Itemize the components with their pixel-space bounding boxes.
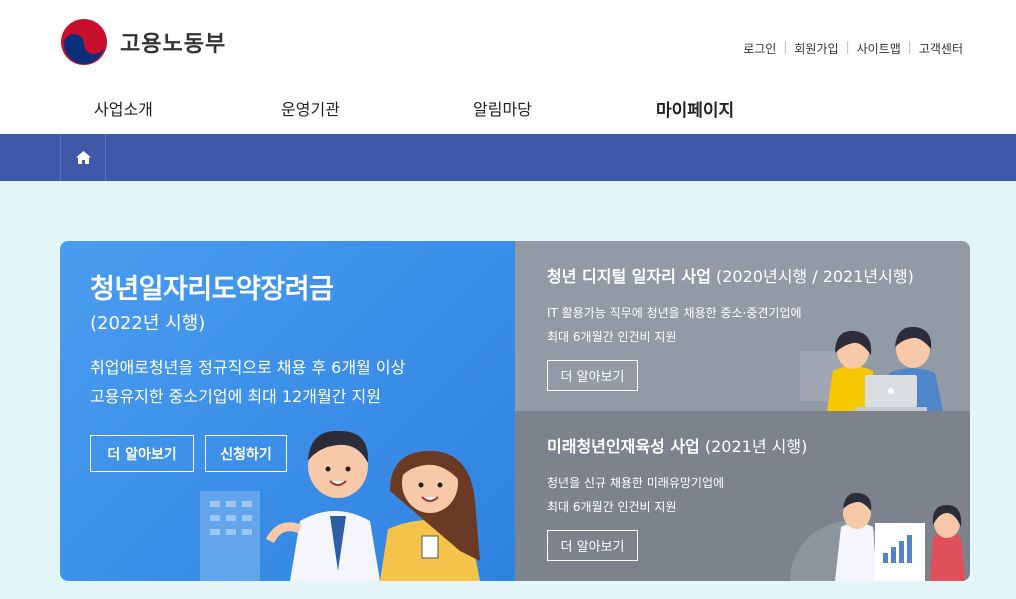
main-program-description: 취업애로청년을 정규직으로 채용 후 6개월 이상 고용유지한 중소기업에 최대…	[90, 353, 405, 411]
future-more-button[interactable]: 더 알아보기	[547, 530, 638, 561]
desc-line: 고용유지한 중소기업에 최대 12개월간 지원	[90, 387, 381, 406]
desc-line: 청년을 신규 채용한 미래유망기업에	[547, 476, 725, 490]
taegeuk-logo-icon	[61, 19, 107, 65]
chart-workers-illustration	[789, 492, 965, 581]
signup-link[interactable]: 회원가입	[787, 40, 845, 57]
login-link[interactable]: 로그인	[736, 40, 783, 57]
home-icon	[75, 151, 91, 164]
main-navigation: 사업소개 운영기관 알림마당 마이페이지	[0, 96, 1016, 121]
young-workers-illustration	[200, 430, 480, 581]
digital-more-button[interactable]: 더 알아보기	[547, 360, 638, 391]
utility-links: 로그인 | 회원가입 | 사이트맵 | 고객센터	[736, 40, 970, 57]
desc-line: 최대 6개월간 인건비 지원	[547, 330, 677, 344]
future-talent-panel: 미래청년인재육성 사업 (2021년 시행) 청년을 신규 채용한 미래유망기업…	[515, 411, 970, 581]
logo-text: 고용노동부	[120, 32, 227, 57]
customer-center-link[interactable]: 고객센터	[912, 40, 970, 57]
desc-line: 최대 6개월간 인건비 지원	[547, 500, 677, 514]
digital-job-panel: 청년 디지털 일자리 사업 (2020년시행 / 2021년시행) IT 활용가…	[515, 241, 970, 411]
nav-item-mypage[interactable]: 마이페이지	[656, 96, 734, 121]
main-program-panel: 청년일자리도약장려금 (2022년 시행) 취업애로청년을 정규직으로 채용 후…	[60, 241, 515, 581]
header: 고용노동부 로그인 | 회원가입 | 사이트맵 | 고객센터 사업소개 운영기관…	[0, 0, 1016, 134]
nav-item-operating-agency[interactable]: 운영기관	[281, 96, 340, 120]
main-more-button[interactable]: 더 알아보기	[90, 435, 194, 472]
ministry-logo[interactable]: 고용노동부	[60, 18, 226, 66]
future-talent-title: 미래청년인재육성 사업 (2021년 시행)	[547, 433, 807, 457]
home-button[interactable]	[60, 134, 106, 181]
program-card-group: 청년일자리도약장려금 (2022년 시행) 취업애로청년을 정규직으로 채용 후…	[60, 241, 970, 581]
desc-line: 취업애로청년을 정규직으로 채용 후 6개월 이상	[90, 358, 406, 377]
title-period: (2021년 시행)	[699, 437, 808, 456]
digital-job-description: IT 활용가능 직무에 청년을 채용한 중소·중견기업에 최대 6개월간 인건비…	[547, 301, 802, 349]
digital-job-title: 청년 디지털 일자리 사업 (2020년시행 / 2021년시행)	[547, 263, 914, 287]
sitemap-link[interactable]: 사이트맵	[850, 40, 908, 57]
future-talent-description: 청년을 신규 채용한 미래유망기업에 최대 6개월간 인건비 지원	[547, 471, 724, 519]
laptop-workers-illustration	[800, 326, 943, 411]
desc-line: IT 활용가능 직무에 청년을 채용한 중소·중견기업에	[547, 306, 802, 320]
title-main: 미래청년인재육성 사업	[547, 437, 700, 456]
location-bar	[0, 134, 1016, 181]
title-period: (2020년시행 / 2021년시행)	[710, 267, 914, 286]
nav-item-business-intro[interactable]: 사업소개	[94, 96, 153, 120]
main-program-subtitle: (2022년 시행)	[90, 313, 206, 334]
nav-item-notice[interactable]: 알림마당	[473, 96, 532, 120]
main-program-title: 청년일자리도약장려금	[90, 274, 334, 305]
title-main: 청년 디지털 일자리 사업	[547, 267, 711, 286]
